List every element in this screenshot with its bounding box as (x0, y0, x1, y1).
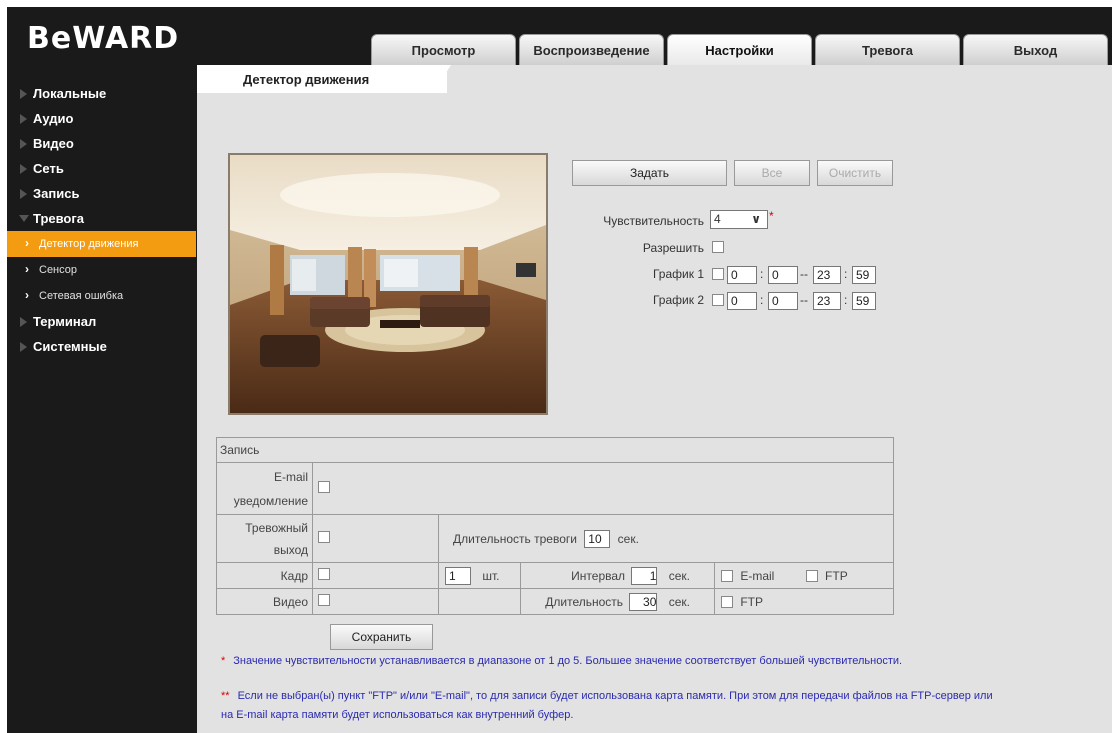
schedule1-end-hour[interactable]: 23 (813, 266, 841, 284)
sidebar-item-network[interactable]: Сеть (7, 156, 197, 181)
required-mark: * (769, 209, 774, 223)
schedule1-start-minute[interactable]: 0 (768, 266, 798, 284)
app-frame: BeWARD Просмотр Воспроизведение Настройк… (7, 7, 1112, 733)
schedule1-end-minute[interactable]: 59 (852, 266, 876, 284)
tab-slant (433, 65, 451, 93)
email-label: E-mail (740, 568, 775, 583)
schedule1-checkbox[interactable] (712, 268, 724, 280)
range-separator: -- (800, 293, 808, 307)
sensitivity-select[interactable]: 4 ∨ (710, 210, 768, 229)
sidebar: Локальные Аудио Видео Сеть Запись Тревог… (7, 65, 197, 733)
record-table: Запись E-mail уведомление Тревожный выхо… (216, 437, 894, 615)
schedule2-checkbox[interactable] (712, 294, 724, 306)
chevron-right-icon: › (25, 262, 29, 276)
sensitivity-label: Чувствительность (603, 214, 704, 228)
schedule2-end-minute[interactable]: 59 (852, 292, 876, 310)
sidebar-subitem-network-error[interactable]: › Сетевая ошибка (7, 283, 197, 309)
time-separator: : (760, 293, 764, 307)
frame-label: Кадр (216, 562, 313, 589)
sidebar-subitem-sensor[interactable]: › Сенсор (7, 257, 197, 283)
schedule2-end-hour[interactable]: 23 (813, 292, 841, 310)
sidebar-item-terminal[interactable]: Терминал (7, 309, 197, 334)
room-scene-image (230, 155, 546, 413)
storage-note-line2: на E-mail карта памяти будет использоват… (221, 709, 574, 721)
triangle-right-icon (20, 342, 27, 352)
video-preview[interactable] (228, 153, 548, 415)
all-button[interactable]: Все (734, 160, 810, 186)
triangle-right-icon (20, 189, 27, 199)
alarm-output-checkbox[interactable] (318, 531, 330, 543)
clear-button[interactable]: Очистить (817, 160, 893, 186)
schedule2-start-minute[interactable]: 0 (768, 292, 798, 310)
triangle-right-icon (20, 114, 27, 124)
tab-exit[interactable]: Выход (963, 34, 1108, 65)
chevron-down-icon: ∨ (751, 212, 761, 226)
schedule1-label: График 1 (652, 267, 704, 281)
tab-playback[interactable]: Воспроизведение (519, 34, 664, 65)
video-label: Видео (216, 588, 313, 615)
sidebar-item-system[interactable]: Системные (7, 334, 197, 359)
interval-label: Интервал (571, 568, 626, 583)
ftp-label: FTP (825, 568, 848, 583)
video-checkbox[interactable] (318, 594, 330, 606)
range-separator: -- (800, 267, 808, 281)
email-notify-checkbox[interactable] (318, 481, 330, 493)
tab-settings[interactable]: Настройки (667, 34, 812, 65)
page-title: Детектор движения (197, 65, 447, 93)
enable-checkbox[interactable] (712, 241, 724, 253)
triangle-down-icon (19, 215, 29, 222)
storage-note: ** Если не выбран(ы) пункт "FTP" и/или "E… (221, 690, 993, 702)
save-button[interactable]: Сохранить (330, 624, 433, 650)
tab-alarm[interactable]: Тревога (815, 34, 960, 65)
set-button[interactable]: Задать (572, 160, 727, 186)
ftp-label: FTP (740, 594, 764, 609)
video-duration-input[interactable]: 30 (629, 592, 658, 611)
frame-email-checkbox[interactable] (721, 570, 733, 583)
header: BeWARD Просмотр Воспроизведение Настройк… (7, 7, 1112, 65)
sensitivity-note: * Значение чувствительности устанавливает… (221, 655, 903, 667)
main-content: Детектор движения Задать Все Очистить Чу… (197, 65, 1112, 733)
record-title: Запись (216, 437, 894, 463)
top-nav: Просмотр Воспроизведение Настройки Трево… (371, 34, 1108, 65)
chevron-right-icon: › (25, 236, 29, 250)
frame-count-input[interactable]: 1 (445, 566, 471, 585)
alarm-output-label: Тревожный выход (216, 514, 313, 563)
sec-unit: сек. (668, 594, 690, 609)
triangle-right-icon (20, 139, 27, 149)
schedule2-label: График 2 (652, 293, 704, 307)
chevron-right-icon: › (25, 288, 29, 302)
tab-view[interactable]: Просмотр (371, 34, 516, 65)
schedule1-start-hour[interactable]: 0 (727, 266, 757, 284)
sec-unit: сек. (668, 568, 690, 583)
interval-input[interactable]: 1 (631, 566, 658, 585)
enable-label: Разрешить (642, 241, 704, 255)
frame-ftp-checkbox[interactable] (805, 570, 818, 583)
sidebar-item-audio[interactable]: Аудио (7, 106, 197, 131)
sec-unit: сек. (617, 531, 639, 546)
email-notify-label: E-mail уведомление (216, 462, 313, 515)
beward-logo: BeWARD (27, 21, 180, 56)
triangle-right-icon (20, 317, 27, 327)
sidebar-item-alarm[interactable]: Тревога (7, 206, 197, 231)
triangle-right-icon (20, 89, 27, 99)
schedule2-start-hour[interactable]: 0 (727, 292, 757, 310)
alarm-duration-input[interactable]: 10 (584, 529, 611, 548)
time-separator: : (760, 267, 764, 281)
video-duration-label: Длительность (545, 594, 624, 609)
sidebar-item-local[interactable]: Локальные (7, 81, 197, 106)
time-separator: : (844, 267, 848, 281)
sidebar-subitem-motion-detector[interactable]: › Детектор движения (7, 231, 196, 257)
triangle-right-icon (20, 164, 27, 174)
video-ftp-checkbox[interactable] (721, 596, 733, 609)
alarm-duration-label: Длительность тревоги (453, 531, 577, 546)
sidebar-item-record[interactable]: Запись (7, 181, 197, 206)
time-separator: : (844, 293, 848, 307)
pcs-unit: шт. (482, 568, 500, 583)
sidebar-item-video[interactable]: Видео (7, 131, 197, 156)
empty-cell (438, 588, 521, 615)
frame-checkbox[interactable] (318, 568, 330, 580)
